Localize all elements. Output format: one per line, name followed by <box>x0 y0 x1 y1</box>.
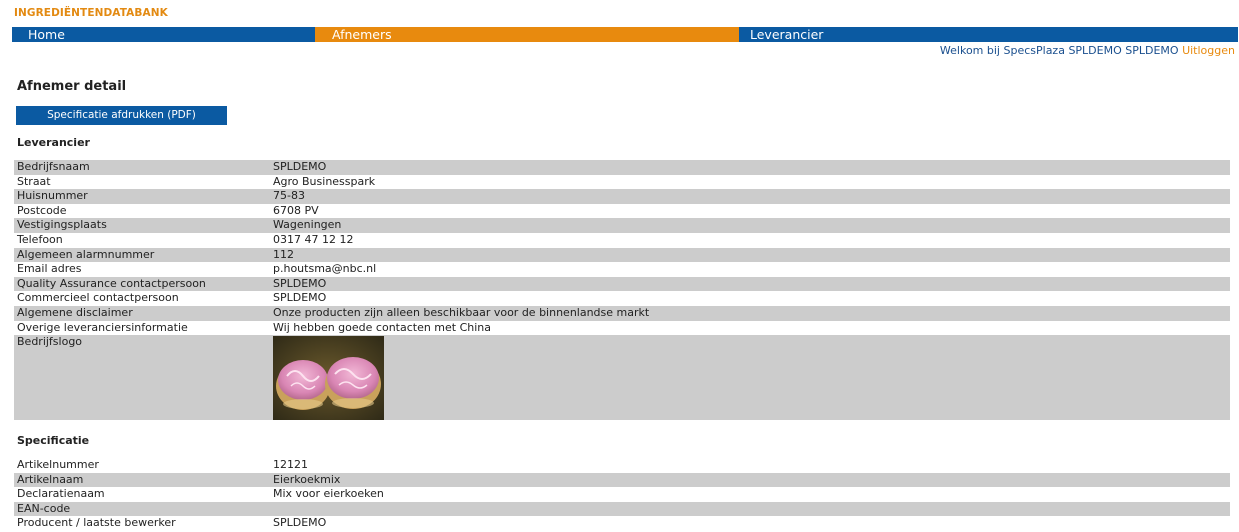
welcome-bar: Welkom bij SpecsPlaza SPLDEMO SPLDEMO Ui… <box>940 44 1235 57</box>
row-value: 12121 <box>273 458 308 471</box>
specificatie-table: Artikelnummer 12121 Artikelnaam Eierkoek… <box>14 458 1230 531</box>
row-value: 112 <box>273 247 294 261</box>
row-label: Email adres <box>17 262 82 276</box>
row-label: Postcode <box>17 203 67 217</box>
row-label: Algemene disclaimer <box>17 305 133 319</box>
row-label: Artikelnaam <box>17 472 84 486</box>
section-title-specificatie: Specificatie <box>17 434 90 447</box>
row-label: Bedrijfslogo <box>17 335 83 349</box>
row-value: Onze producten zijn alleen beschikbaar v… <box>273 305 650 319</box>
row-label: Producent / laatste bewerker <box>17 516 176 530</box>
nav-afnemers[interactable]: Afnemers <box>315 27 739 42</box>
row-label: Vestigingsplaats <box>17 218 107 232</box>
row-label: Overige leveranciersinformatie <box>17 320 188 334</box>
nav-home[interactable]: Home <box>12 27 315 42</box>
table-row: Huisnummer 75-83 <box>14 189 1230 204</box>
row-value: Mix voor eierkoeken <box>273 487 384 501</box>
row-value: SPLDEMO <box>273 160 327 173</box>
main-nav: Home Afnemers Leverancier <box>12 27 1238 42</box>
row-value: 0317 47 12 12 <box>273 232 354 246</box>
welcome-text: Welkom bij SpecsPlaza SPLDEMO SPLDEMO <box>939 44 1179 57</box>
row-value: SPLDEMO <box>273 276 327 290</box>
row-value: Agro Businesspark <box>273 174 376 188</box>
row-label: Straat <box>17 174 51 188</box>
row-value: Eierkoekmix <box>273 472 341 486</box>
table-row: Vestigingsplaats Wageningen <box>14 218 1230 233</box>
table-row: Overige leveranciersinformatie Wij hebbe… <box>14 320 1230 336</box>
table-row: Postcode 6708 PV <box>14 203 1230 219</box>
table-row: Artikelnummer 12121 <box>14 458 1230 473</box>
table-row: Email adres p.houtsma@nbc.nl <box>14 262 1230 277</box>
row-label: Algemeen alarmnummer <box>17 247 155 261</box>
table-row: Telefoon 0317 47 12 12 <box>14 232 1230 248</box>
row-label: Telefoon <box>17 232 63 246</box>
row-value: p.houtsma@nbc.nl <box>273 262 377 276</box>
logout-link[interactable]: Uitloggen <box>1182 44 1235 57</box>
app-brand-title: INGREDIËNTENDATABANK <box>14 7 168 19</box>
row-value: Wij hebben goede contacten met China <box>273 320 492 334</box>
table-row: Bedrijfslogo <box>14 335 1230 421</box>
table-row: Declaratienaam Mix voor eierkoeken <box>14 487 1230 502</box>
row-value: Wageningen <box>273 218 342 232</box>
nav-leverancier[interactable]: Leverancier <box>739 27 1238 42</box>
table-row: Artikelnaam Eierkoekmix <box>14 472 1230 488</box>
company-logo-cell <box>270 335 1230 421</box>
row-label: EAN-code <box>17 501 71 515</box>
row-label: Declaratienaam <box>17 487 105 501</box>
row-value: 6708 PV <box>273 203 319 217</box>
section-title-leverancier: Leverancier <box>17 136 90 149</box>
table-row: Bedrijfsnaam SPLDEMO <box>14 160 1230 175</box>
row-value: 75-83 <box>273 189 305 203</box>
table-row: Straat Agro Businesspark <box>14 174 1230 190</box>
row-label: Commercieel contactpersoon <box>17 291 179 305</box>
table-row: Algemene disclaimer Onze producten zijn … <box>14 305 1230 321</box>
page-title: Afnemer detail <box>17 79 127 94</box>
company-logo-image <box>273 336 384 421</box>
table-row: Commercieel contactpersoon SPLDEMO <box>14 291 1230 306</box>
row-label: Quality Assurance contactpersoon <box>17 276 206 290</box>
table-row: Producent / laatste bewerker SPLDEMO <box>14 516 1230 531</box>
row-value <box>270 502 1230 517</box>
print-pdf-button[interactable]: Specificatie afdrukken (PDF) <box>16 106 227 125</box>
row-label: Artikelnummer <box>17 458 99 471</box>
table-row: EAN-code <box>14 501 1230 517</box>
row-label: Bedrijfsnaam <box>17 160 90 173</box>
row-value: SPLDEMO <box>273 291 327 305</box>
leverancier-table: Bedrijfsnaam SPLDEMO Straat Agro Busines… <box>14 160 1230 421</box>
table-row: Algemeen alarmnummer 112 <box>14 247 1230 263</box>
table-row: Quality Assurance contactpersoon SPLDEMO <box>14 276 1230 292</box>
row-label: Huisnummer <box>17 189 88 203</box>
row-value: SPLDEMO <box>273 516 327 530</box>
